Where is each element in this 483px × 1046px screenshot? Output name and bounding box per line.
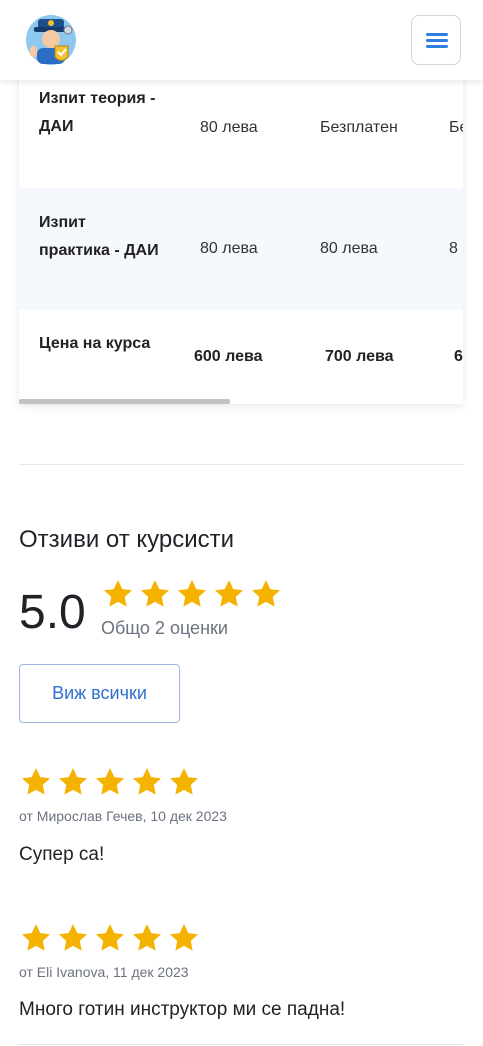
review-text: Много готин инструктор ми се падна! xyxy=(19,999,346,1020)
review-author-date: от Eli Ivanova, 11 дек 2023 xyxy=(19,964,189,980)
table-cell: 80 лева xyxy=(320,240,378,257)
average-rating-stars xyxy=(102,578,282,610)
section-divider xyxy=(19,464,463,465)
table-cell: Бе xyxy=(449,119,463,136)
table-cell: 80 лева xyxy=(200,119,258,136)
star-icon xyxy=(178,580,206,607)
table-row: Изпит практика - ДАИ 80 лева 80 лева 8 xyxy=(19,188,463,311)
star-icon xyxy=(133,768,161,795)
menu-button[interactable] xyxy=(411,15,461,65)
table-cell: 600 лева xyxy=(194,348,263,365)
star-icon xyxy=(133,924,161,951)
average-rating: 5.0 xyxy=(19,586,86,639)
star-icon xyxy=(170,924,198,951)
star-icon xyxy=(170,768,198,795)
table-row: Цена на курса 600 лева 700 лева 6 xyxy=(19,310,463,400)
table-cell: 80 лева xyxy=(200,240,258,257)
table-cell: 8 xyxy=(449,240,458,257)
review-text: Супер са! xyxy=(19,844,105,865)
top-navbar xyxy=(0,0,483,80)
horizontal-scrollbar[interactable] xyxy=(19,399,230,404)
ratings-count: Общо 2 оценки xyxy=(101,618,228,638)
star-icon xyxy=(59,768,87,795)
review-stars xyxy=(20,766,200,798)
star-icon xyxy=(215,580,243,607)
star-icon xyxy=(141,580,169,607)
star-icon xyxy=(252,580,280,607)
row-label: Изпит теория - ДАИ xyxy=(39,90,156,135)
star-icon xyxy=(22,924,50,951)
review-author-date: от Мирослав Гечев, 10 дек 2023 xyxy=(19,808,227,824)
price-table[interactable]: Изпит теория - ДАИ 80 лева Безплатен Бе … xyxy=(19,60,463,404)
logo-icon[interactable] xyxy=(22,10,80,68)
star-icon xyxy=(59,924,87,951)
table-cell: 700 лева xyxy=(325,348,394,365)
reviews-title: Отзиви от курсисти xyxy=(19,526,235,553)
review-stars xyxy=(20,922,200,954)
table-cell: 6 xyxy=(454,348,463,365)
table-cell: Безплатен xyxy=(320,119,398,136)
star-icon xyxy=(22,768,50,795)
star-icon xyxy=(96,768,124,795)
star-icon xyxy=(96,924,124,951)
section-divider xyxy=(19,1044,463,1045)
view-all-reviews-button[interactable]: Виж всички xyxy=(19,664,180,723)
row-label: Цена на курса xyxy=(39,335,151,352)
star-icon xyxy=(104,580,132,607)
row-label: Изпит практика - ДАИ xyxy=(39,214,159,259)
